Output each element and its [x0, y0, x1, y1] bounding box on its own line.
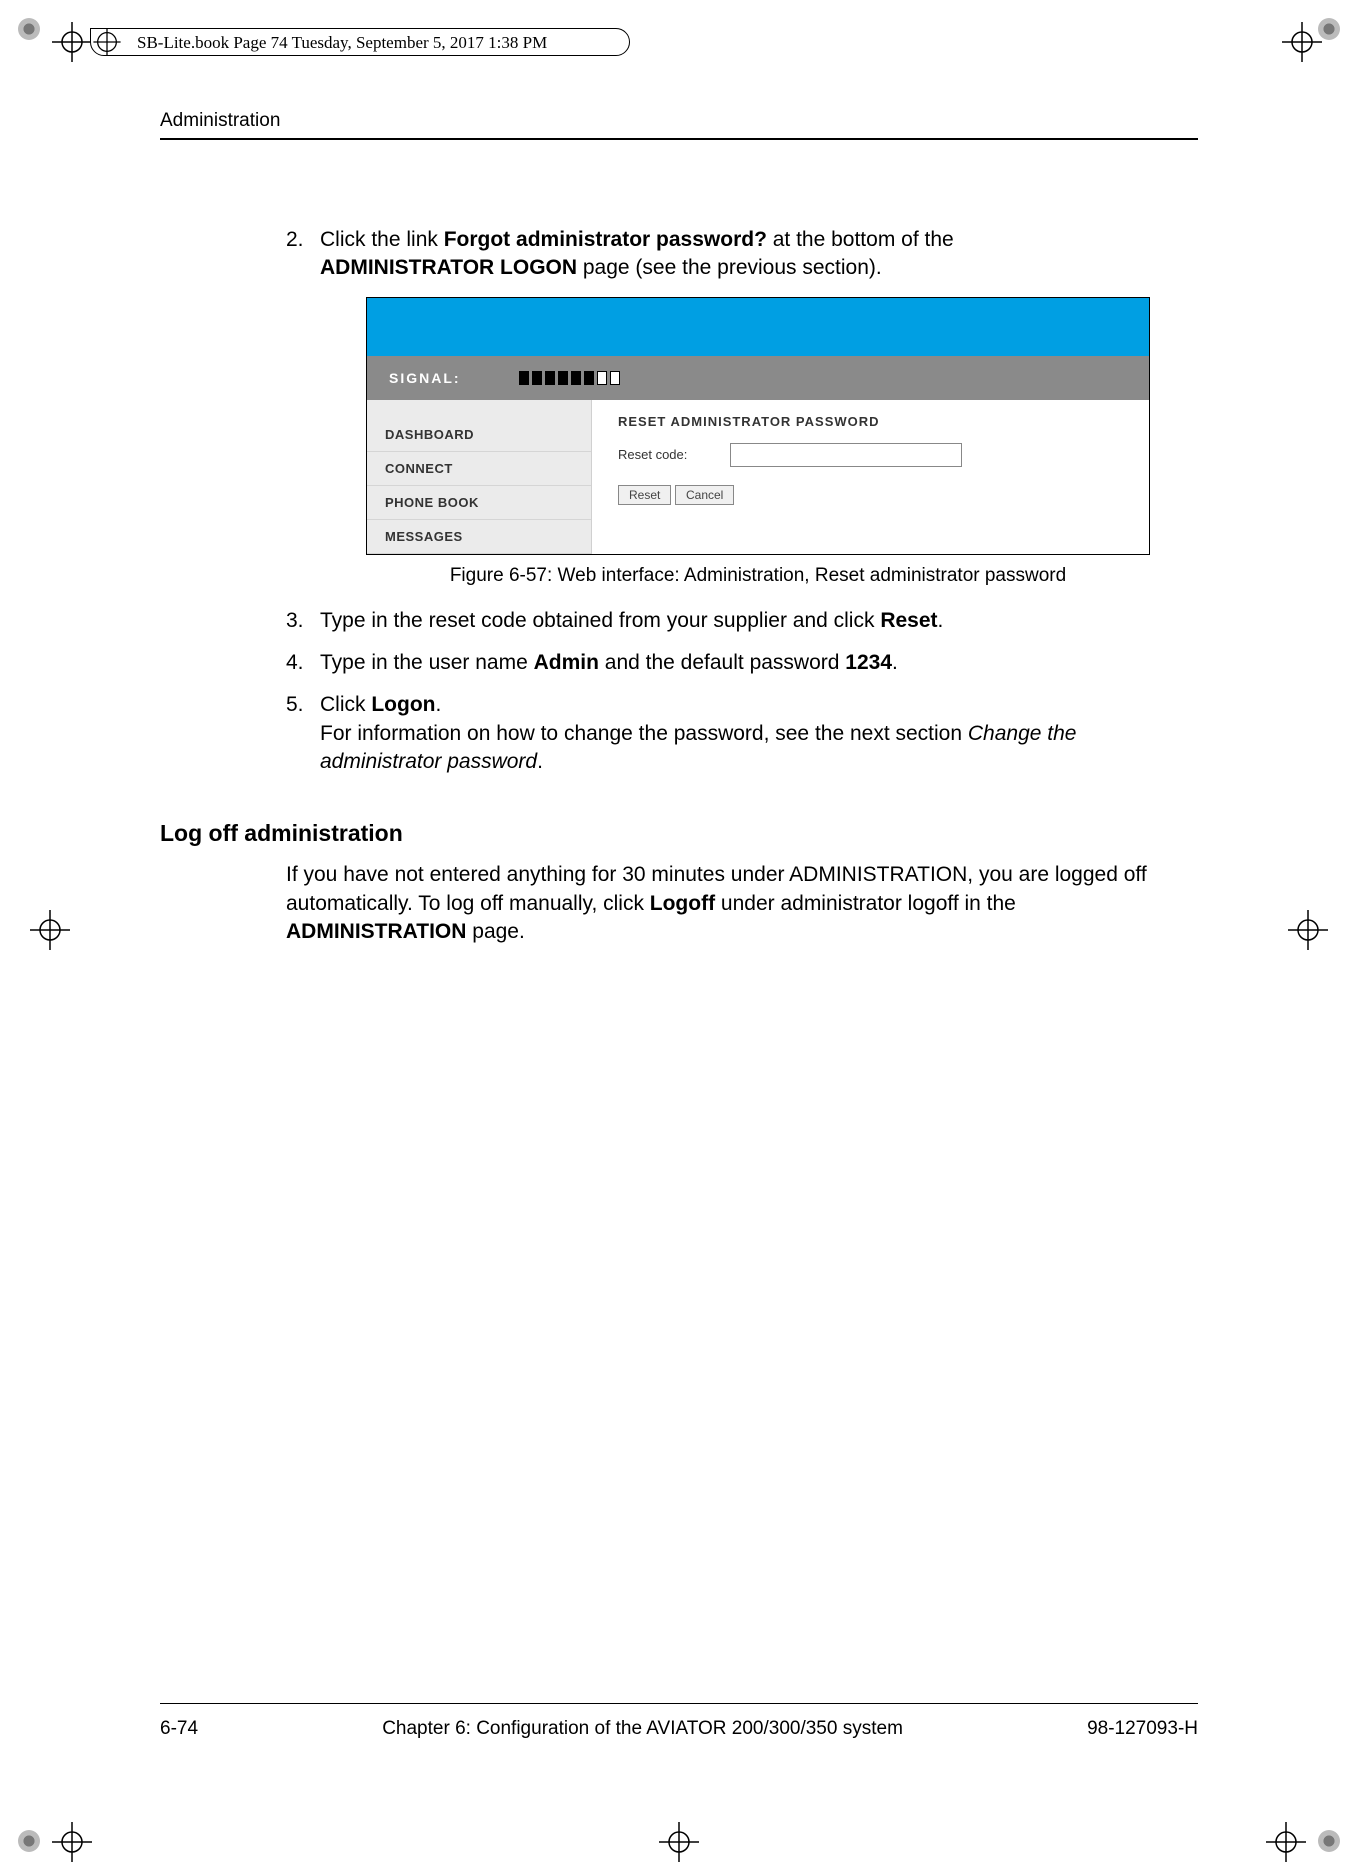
step-5: 5. Click Logon. For information on how t… [286, 691, 1198, 776]
cancel-button[interactable]: Cancel [675, 485, 734, 505]
step-number: 2. [286, 226, 320, 283]
footer-doc-id: 98-127093-H [1087, 1718, 1198, 1740]
footer-chapter: Chapter 6: Configuration of the AVIATOR … [198, 1718, 1087, 1740]
sidebar-item-connect[interactable]: CONNECT [367, 452, 591, 486]
print-meta-tab: SB-Lite.book Page 74 Tuesday, September … [90, 28, 630, 56]
step-list: 2. Click the link Forgot administrator p… [286, 226, 1198, 776]
registration-mark-icon [659, 1822, 699, 1862]
step-text: Click the link Forgot administrator pass… [320, 226, 1198, 283]
step-number: 4. [286, 649, 320, 677]
page-footer: 6-74 Chapter 6: Configuration of the AVI… [160, 1703, 1198, 1740]
step-4: 4. Type in the user name Admin and the d… [286, 649, 1198, 677]
figure-signalbar: SIGNAL: [367, 356, 1149, 400]
footer-page-number: 6-74 [160, 1718, 198, 1740]
signal-label: SIGNAL: [389, 370, 461, 386]
reset-button[interactable]: Reset [618, 485, 671, 505]
step-text: Type in the user name Admin and the defa… [320, 649, 1198, 677]
figure-main: RESET ADMINISTRATOR PASSWORD Reset code:… [592, 400, 1149, 554]
footer-rule [160, 1703, 1198, 1704]
registration-mark-icon [1266, 1822, 1306, 1862]
crop-disc-icon [1318, 1830, 1340, 1852]
sidebar-item-dashboard[interactable]: DASHBOARD [367, 418, 591, 452]
step-number: 5. [286, 691, 320, 776]
figure-main-title: RESET ADMINISTRATOR PASSWORD [618, 414, 1123, 429]
figure-sidebar: DASHBOARD CONNECT PHONE BOOK MESSAGES [367, 400, 592, 554]
sidebar-item-phone-book[interactable]: PHONE BOOK [367, 486, 591, 520]
header-rule [160, 138, 1198, 140]
figure-titlebar [367, 298, 1149, 356]
print-meta-text: SB-Lite.book Page 74 Tuesday, September … [137, 33, 547, 52]
step-text: Type in the reset code obtained from you… [320, 607, 1198, 635]
crop-disc-icon [18, 1830, 40, 1852]
registration-mark-icon [1288, 910, 1328, 950]
step-text: Click Logon. For information on how to c… [320, 691, 1198, 776]
signal-strength-icon [519, 371, 620, 385]
section-body-logoff: If you have not entered anything for 30 … [286, 861, 1198, 946]
reset-code-input[interactable] [730, 443, 962, 467]
registration-mark-icon [1282, 22, 1322, 62]
book-reg-icon [90, 25, 124, 59]
step-2: 2. Click the link Forgot administrator p… [286, 226, 1198, 283]
reset-code-label: Reset code: [618, 447, 708, 462]
crop-disc-icon [18, 18, 40, 40]
section-heading-logoff: Log off administration [160, 820, 1198, 847]
step-3: 3. Type in the reset code obtained from … [286, 607, 1198, 635]
figure-caption: Figure 6-57: Web interface: Administrati… [366, 565, 1150, 587]
step-number: 3. [286, 607, 320, 635]
registration-mark-icon [52, 22, 92, 62]
registration-mark-icon [52, 1822, 92, 1862]
registration-mark-icon [30, 910, 70, 950]
sidebar-item-messages[interactable]: MESSAGES [367, 520, 591, 554]
figure-6-57: SIGNAL: DASHBOARD CONNECT PHONE BOOK MES… [366, 297, 1150, 587]
running-head: Administration [160, 110, 1198, 138]
